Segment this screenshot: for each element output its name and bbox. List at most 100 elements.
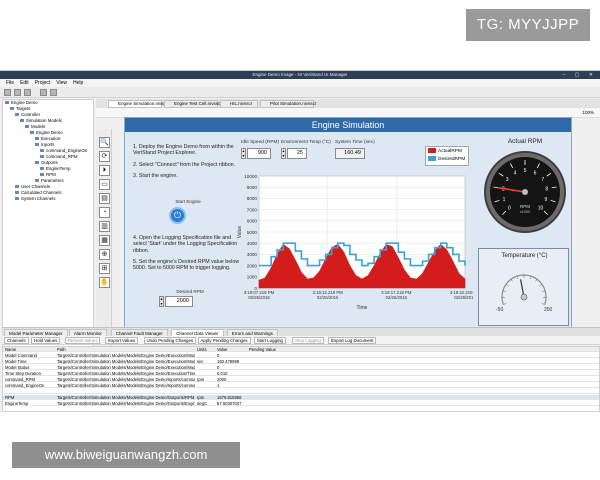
tool-palette-button[interactable]: 🔍 bbox=[99, 137, 110, 148]
tool-palette-button[interactable]: ▭ bbox=[99, 179, 110, 190]
temp-max-label: 250 bbox=[544, 307, 553, 313]
tree-node-icon bbox=[20, 119, 24, 123]
dial-tick-label: 7 bbox=[541, 177, 544, 183]
tool-palette-button[interactable]: ✋ bbox=[99, 277, 110, 288]
env-temp-input[interactable]: 25 bbox=[287, 148, 307, 159]
channel-toolbar-button[interactable]: Hold Values bbox=[31, 337, 61, 344]
tree-item-label: Engine Demo bbox=[36, 130, 63, 135]
channel-toolbar-button[interactable]: Undo Pending Changes bbox=[143, 337, 197, 344]
dial-tick-label: 1 bbox=[503, 197, 506, 203]
doc-tab[interactable]: Engine Simulation.nivsscr bbox=[108, 100, 170, 108]
main-toolbar bbox=[0, 87, 600, 98]
table-cell: command_RPM bbox=[5, 377, 36, 382]
y-tick-label: 2000 bbox=[247, 263, 258, 268]
redo-icon[interactable] bbox=[50, 89, 57, 96]
system-time-display: 160.49 bbox=[335, 148, 365, 159]
desired-rpm-spinner[interactable]: ▴ ▾ bbox=[159, 296, 164, 307]
channel-toolbar-button[interactable]: Export Log Document bbox=[328, 337, 377, 344]
tree-item-label: Execution bbox=[41, 136, 61, 141]
tree-node-icon bbox=[30, 131, 34, 135]
start-engine-button[interactable]: ⏻ bbox=[169, 207, 186, 224]
idle-speed-input[interactable]: 900 bbox=[247, 148, 271, 159]
table-row[interactable]: command_RPM Targets/Controller/Simulation… bbox=[3, 377, 599, 382]
table-row[interactable] bbox=[3, 389, 599, 394]
env-temp-spinner[interactable]: ▴ ▾ bbox=[281, 148, 286, 159]
instruction-4: 4. Open the Logging Specification file a… bbox=[133, 235, 238, 254]
tree-item[interactable]: System Channels bbox=[3, 196, 93, 202]
menu-file[interactable]: File bbox=[6, 80, 14, 86]
doc-tab[interactable]: HIL.nivsscr bbox=[220, 100, 258, 108]
idle-speed-spinner[interactable]: ▴ ▾ bbox=[241, 148, 246, 159]
x-tick-label: 02/26/2016 bbox=[386, 295, 408, 300]
menu-help[interactable]: Help bbox=[73, 80, 83, 86]
tool-palette-button[interactable]: ⏵ bbox=[99, 165, 110, 176]
menu-project[interactable]: Project bbox=[35, 80, 51, 86]
table-row[interactable]: Model Status Targets/Controller/Simulatio… bbox=[3, 365, 599, 370]
desired-rpm-input[interactable]: 2000 bbox=[165, 296, 193, 307]
table-row[interactable]: command_EngineOn Targets/Controller/Simul… bbox=[3, 383, 599, 388]
tree-item-label: Simulation Models bbox=[26, 118, 62, 123]
dial-tick-label: 4 bbox=[514, 170, 517, 176]
table-cell: Time Step Duration bbox=[5, 371, 41, 376]
project-tree: Engine Demo Targets Controller Simulation M… bbox=[2, 99, 94, 347]
temperature-gauge: Temperature (°C) -50 250 bbox=[478, 248, 569, 326]
save-icon[interactable] bbox=[24, 89, 31, 96]
legend-actual-swatch bbox=[428, 148, 436, 154]
table-row[interactable]: Time Step Duration Targets/Controller/Sim… bbox=[3, 371, 599, 376]
desired-rpm-label: Desired RPM bbox=[176, 289, 204, 294]
tree-node-icon bbox=[5, 101, 9, 105]
tree-node-icon bbox=[35, 143, 39, 147]
y-tick-label: 10000 bbox=[244, 174, 257, 179]
channel-toolbar-button[interactable]: Export Values bbox=[105, 337, 139, 344]
zoom-level[interactable]: 100% bbox=[582, 108, 594, 118]
table-row[interactable]: RPM Targets/Controller/Simulation Models/… bbox=[3, 395, 599, 400]
table-row[interactable]: Model Command Targets/Controller/Simulati… bbox=[3, 353, 599, 358]
menu-view[interactable]: View bbox=[56, 80, 67, 86]
table-cell: Targets/Controller/Simulation Models/Mod… bbox=[57, 371, 195, 376]
app-window: Engine Demo Image - NI VeriStand UI Mana… bbox=[0, 70, 600, 412]
doc-tab[interactable]: Engine Test Cell.nivsscr bbox=[164, 100, 222, 108]
engine-simulation-panel: Engine Simulation 1. Deploy the Engine D… bbox=[124, 117, 572, 331]
table-cell: 1579.815956 bbox=[217, 395, 242, 400]
watermark-tag: TG: MYYJJPP bbox=[466, 9, 590, 41]
undo-icon[interactable] bbox=[40, 89, 47, 96]
tree-node-icon bbox=[15, 191, 19, 195]
bottom-tabs: Model Parameter Manager Alarm Monitor Chan… bbox=[2, 327, 600, 337]
table-cell: Targets/Controller/Simulation Models/Mod… bbox=[57, 353, 195, 358]
tree-node-icon bbox=[35, 161, 39, 165]
tool-palette-button[interactable]: ▦ bbox=[99, 235, 110, 246]
dial-tick-label: 10 bbox=[538, 206, 544, 212]
menu-edit[interactable]: Edit bbox=[20, 80, 29, 86]
temp-tick bbox=[505, 284, 509, 287]
menu-bar: File Edit Project View Help bbox=[0, 79, 600, 87]
tool-palette-button[interactable]: ◔ bbox=[99, 207, 110, 218]
window-controls[interactable]: – ▢ ✕ bbox=[563, 71, 597, 79]
tool-palette-button[interactable]: ▤ bbox=[99, 193, 110, 204]
table-cell: 87.50307047 bbox=[217, 401, 242, 406]
channel-toolbar-button[interactable]: Refresh Values bbox=[64, 337, 101, 344]
channel-toolbar-button[interactable]: Channels bbox=[4, 337, 29, 344]
open-icon[interactable] bbox=[14, 89, 21, 96]
tool-palette: 🔍 ⟳ ⏵ ▭ ▤ ◔ ▥ ▦ ⊕ ⊞ ✋ bbox=[96, 129, 112, 349]
tool-palette-button[interactable]: ⟳ bbox=[99, 151, 110, 162]
table-cell: rpm bbox=[197, 395, 205, 400]
env-temp-label: Environment Temp (°C) bbox=[281, 140, 331, 145]
tree-node-icon bbox=[35, 179, 39, 183]
channel-toolbar-button[interactable]: Apply Pending Changes bbox=[197, 337, 251, 344]
instruction-3: 3. Start the engine. bbox=[133, 172, 178, 179]
tool-palette-button[interactable]: ⊕ bbox=[99, 249, 110, 260]
legend-desired: DesiredRPM bbox=[428, 155, 468, 164]
y-axis-label: Value bbox=[237, 226, 243, 239]
table-row[interactable]: EngineTemp Targets/Controller/Simulation … bbox=[3, 401, 599, 406]
table-cell: 0 bbox=[217, 365, 220, 370]
new-icon[interactable] bbox=[4, 89, 11, 96]
y-tick-label: 8000 bbox=[247, 196, 258, 201]
actual-rpm-title: Actual RPM bbox=[507, 138, 543, 145]
channel-toolbar-button[interactable]: Start Logging bbox=[253, 337, 286, 344]
table-row[interactable]: Model Time Targets/Controller/Simulation … bbox=[3, 359, 599, 364]
doc-tab[interactable]: Pilot Simulation.nivsscr bbox=[260, 100, 316, 108]
y-tick-label: 6000 bbox=[247, 219, 258, 224]
tool-palette-button[interactable]: ⊞ bbox=[99, 263, 110, 274]
channel-toolbar-button[interactable]: Stop Logging bbox=[292, 337, 324, 344]
tool-palette-button[interactable]: ▥ bbox=[99, 221, 110, 232]
